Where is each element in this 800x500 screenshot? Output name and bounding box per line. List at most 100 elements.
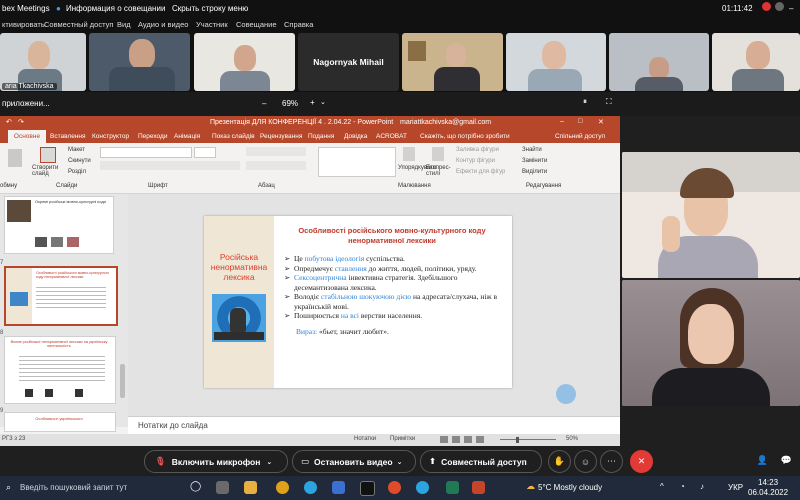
reset-button[interactable]: Скинути	[68, 158, 91, 164]
font-name-field[interactable]	[100, 147, 192, 158]
telegram-icon[interactable]	[416, 481, 429, 494]
arrange-icon[interactable]	[403, 147, 415, 161]
info-icon[interactable]: ●	[56, 4, 61, 13]
share-content-button[interactable]: ⬆ Совместный доступ	[420, 450, 542, 473]
end-call-button[interactable]: ✕	[630, 450, 653, 473]
notes-pane[interactable]: Нотатки до слайда	[128, 416, 620, 435]
clock-date[interactable]: 06.04.2022	[748, 488, 788, 497]
participant-tile[interactable]	[712, 33, 800, 91]
unmute-button[interactable]: 🎙 Включить микрофон ⌄	[144, 450, 288, 473]
raise-hand-icon[interactable]: ✋	[548, 450, 571, 473]
quick-styles-icon[interactable]	[432, 147, 444, 161]
stop-video-button[interactable]: ▭ Остановить видео ⌄	[292, 450, 416, 473]
participant-tile[interactable]	[609, 33, 709, 91]
menu-item-view[interactable]: Вид	[117, 20, 131, 29]
webex-icon[interactable]	[446, 481, 459, 494]
participant-tile[interactable]	[194, 33, 295, 91]
close-icon[interactable]: ✕	[598, 118, 604, 126]
participant-tile[interactable]	[402, 33, 503, 91]
select-button[interactable]: Виділити	[522, 169, 547, 175]
participant-tile[interactable]: Nagornyak Mihail	[298, 33, 399, 91]
undo-icon[interactable]: ↶	[6, 118, 12, 126]
telegram-icon[interactable]	[304, 481, 317, 494]
shapes-gallery[interactable]	[318, 147, 396, 177]
tab-insert[interactable]: Вставлення	[50, 133, 86, 140]
panel-scrollbar[interactable]	[120, 364, 125, 398]
participant-video-large[interactable]	[622, 280, 800, 406]
tab-acrobat[interactable]: ACROBAT	[376, 133, 407, 140]
slide-thumbnail[interactable]: Окремі російські мовно-культурні коди	[4, 196, 114, 254]
menu-item-help[interactable]: Справка	[284, 20, 313, 29]
font-format-row[interactable]	[100, 161, 240, 170]
tab-help[interactable]: Довідка	[344, 133, 367, 140]
new-slide-button[interactable]: Створити слайд	[32, 165, 62, 177]
user-avatar-icon[interactable]	[775, 2, 784, 11]
file-explorer-icon[interactable]	[244, 481, 257, 494]
share-button[interactable]: Спільний доступ	[555, 133, 605, 140]
menu-item-share[interactable]: Совместный доступ	[44, 20, 113, 29]
paragraph-row[interactable]	[246, 147, 306, 156]
tray-chevron-icon[interactable]: ^	[660, 482, 664, 491]
shape-outline-button[interactable]: Контур фігури	[456, 158, 495, 164]
notes-toggle[interactable]: Нотатки	[354, 436, 376, 442]
clock-time[interactable]: 14:23	[758, 478, 778, 487]
minimize-icon[interactable]: –	[789, 4, 793, 13]
fullscreen-icon[interactable]: ⛶	[606, 97, 612, 107]
section-button[interactable]: Розділ	[68, 169, 86, 175]
font-size-field[interactable]	[194, 147, 216, 158]
quick-styles-button[interactable]: Експрес-стилі	[426, 165, 451, 177]
designer-icon[interactable]	[556, 384, 576, 404]
replace-button[interactable]: Замінити	[522, 158, 547, 164]
taskbar-search-input[interactable]: Введіть пошуковий запит тут	[20, 483, 127, 492]
meeting-info-link[interactable]: Информация о совещании	[66, 4, 165, 13]
chat-icon[interactable]: 💬	[776, 450, 797, 471]
maximize-icon[interactable]: □	[578, 118, 582, 125]
menu-item-meeting[interactable]: Совещание	[236, 20, 277, 29]
menu-item-activate[interactable]: ктивировать	[2, 20, 45, 29]
hide-menu-link[interactable]: Скрыть строку меню	[172, 4, 248, 13]
pause-icon[interactable]: ⏸	[583, 97, 587, 107]
menu-item-audio-video[interactable]: Аудио и видео	[138, 20, 188, 29]
slide-thumbnail-current[interactable]: Особливості російського мовно-культурног…	[4, 266, 118, 326]
participant-video-large[interactable]	[622, 152, 800, 278]
participants-icon[interactable]: 👤	[752, 450, 773, 471]
word-icon[interactable]	[332, 481, 345, 494]
weather-status[interactable]: 5°C Mostly cloudy	[538, 483, 602, 492]
minimize-icon[interactable]: –	[560, 118, 564, 125]
slide-thumbnail[interactable]: Особливості українського	[4, 412, 116, 432]
input-language[interactable]: УКР	[728, 483, 743, 492]
tab-design[interactable]: Конструктор	[92, 133, 129, 140]
recording-icon[interactable]	[762, 2, 771, 11]
tab-view[interactable]: Подання	[308, 133, 334, 140]
shape-fill-button[interactable]: Заливка фігури	[456, 147, 499, 153]
paste-icon[interactable]	[8, 149, 22, 167]
participant-tile[interactable]	[506, 33, 606, 91]
chevron-down-icon[interactable]: ⌄	[320, 98, 326, 106]
tab-animation[interactable]: Анімація	[174, 133, 200, 140]
tell-me-search[interactable]: Скажіть, що потрібно зробити	[420, 133, 510, 140]
tab-slideshow[interactable]: Показ слайдів	[212, 133, 255, 140]
search-icon[interactable]: ⌕	[6, 482, 11, 493]
participant-tile[interactable]: aria Tkachivska	[0, 33, 86, 91]
chevron-down-icon[interactable]: ⌄	[266, 458, 272, 466]
redo-icon[interactable]: ↷	[18, 118, 24, 126]
widgets-icon[interactable]	[216, 481, 229, 494]
chrome-profile-icon[interactable]	[388, 481, 401, 494]
alignment-row[interactable]	[246, 161, 306, 170]
tab-home[interactable]: Основне	[8, 130, 46, 143]
new-slide-icon[interactable]	[40, 147, 56, 163]
participant-tile[interactable]	[89, 33, 190, 91]
current-slide[interactable]: Російська ненормативна лексика Особливос…	[204, 216, 512, 388]
slide-thumbnail[interactable]: Вплив російської ненормативної лексики н…	[4, 336, 116, 404]
task-view-icon[interactable]: ◯	[190, 481, 201, 492]
chevron-down-icon[interactable]: ⌄	[397, 458, 403, 466]
zoom-out-icon[interactable]: –	[262, 99, 266, 108]
view-buttons[interactable]	[440, 436, 486, 443]
account-email[interactable]: mariattkachivska@gmail.com	[400, 119, 491, 126]
volume-icon[interactable]: ♪	[700, 482, 704, 491]
network-icon[interactable]: ◔	[680, 482, 685, 491]
shape-effects-button[interactable]: Ефекти для фігур	[456, 169, 505, 175]
layout-button[interactable]: Макет	[68, 147, 85, 153]
tiktok-icon[interactable]	[360, 481, 375, 496]
zoom-slider-thumb[interactable]	[516, 437, 519, 443]
